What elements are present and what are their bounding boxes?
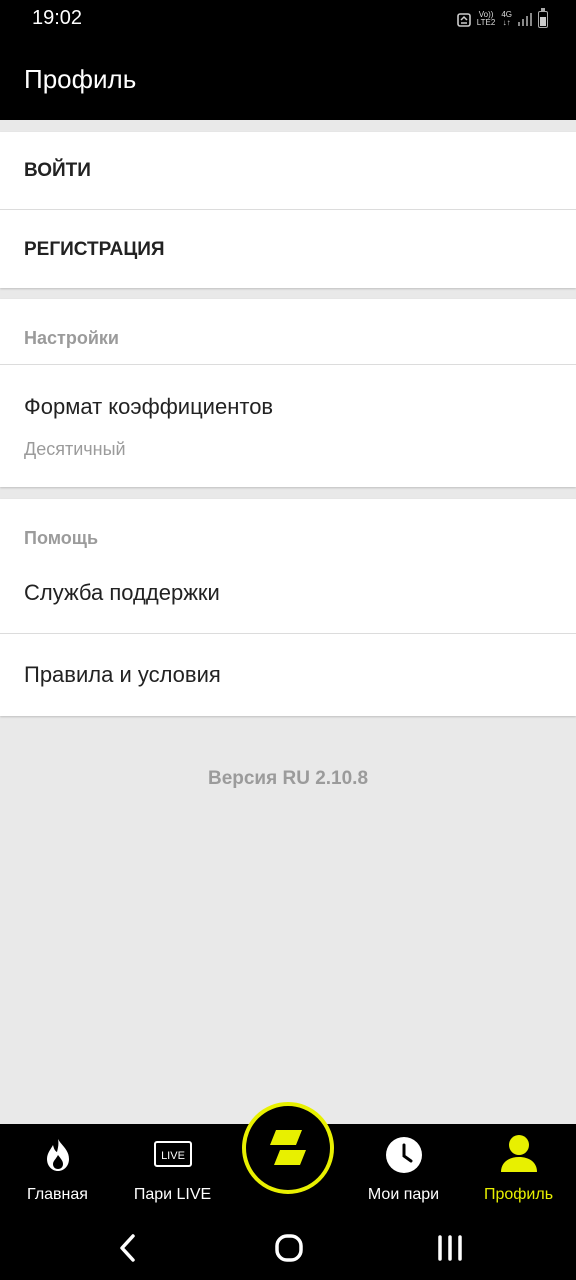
version-text: Версия RU 2.10.8 — [207, 768, 369, 789]
settings-section-title: Настройки — [24, 328, 119, 348]
nav-label-live: Пари LIVE — [133, 1186, 212, 1203]
register-label: РЕГИСТРАЦИЯ — [24, 239, 165, 260]
volte-indicator: Vo)) LTE2 — [477, 11, 496, 27]
terms-item[interactable]: Правила и условия — [0, 634, 576, 716]
support-label: Служба поддержки — [24, 580, 220, 605]
live-icon: LIVE — [153, 1141, 192, 1167]
fire-icon — [46, 1139, 69, 1171]
status-icons: Vo)) LTE2 4G ↓↑ — [456, 7, 548, 30]
app-bar: Профиль — [0, 38, 576, 120]
terms-label: Правила и условия — [24, 662, 221, 687]
odds-format-item[interactable]: Формат коэффициентов Десятичный — [0, 365, 576, 487]
nav-item-profile[interactable]: Профиль — [461, 1124, 576, 1216]
home-icon[interactable] — [267, 1226, 311, 1270]
support-item[interactable]: Служба поддержки — [0, 561, 576, 633]
system-nav-bar — [0, 1216, 576, 1280]
status-bar: 19:02 Vo)) LTE2 4G ↓↑ — [0, 0, 576, 38]
brand-logo-icon — [270, 1130, 306, 1165]
odds-format-value: Десятичный — [24, 439, 126, 459]
page-title: Профиль — [24, 64, 137, 94]
battery-icon — [538, 7, 548, 28]
signal-icon — [518, 12, 532, 26]
alarm-icon — [456, 13, 471, 27]
recents-icon[interactable] — [428, 1226, 472, 1270]
back-icon[interactable] — [106, 1226, 150, 1270]
live-badge-text: LIVE — [161, 1150, 185, 1162]
network-indicator: 4G ↓↑ — [501, 11, 512, 27]
nav-label-my-bets: Мои пари — [367, 1186, 440, 1203]
nav-label-profile: Профиль — [483, 1186, 554, 1203]
auth-card: ВОЙТИ РЕГИСТРАЦИЯ — [0, 132, 576, 288]
person-icon — [500, 1135, 537, 1172]
nav-item-my-bets[interactable]: Мои пари — [346, 1124, 461, 1216]
lte-label: LTE2 — [476, 18, 496, 27]
login-item[interactable]: ВОЙТИ — [0, 132, 576, 210]
odds-format-label: Формат коэффициентов — [24, 394, 274, 419]
center-bet-button[interactable] — [242, 1102, 334, 1194]
nav-label-home: Главная — [27, 1186, 88, 1203]
data-arrows: ↓↑ — [502, 18, 511, 27]
settings-card: Настройки Формат коэффициентов Десятичны… — [0, 299, 576, 487]
login-label: ВОЙТИ — [24, 160, 91, 181]
status-time: 19:02 — [32, 7, 83, 29]
register-item[interactable]: РЕГИСТРАЦИЯ — [0, 210, 576, 288]
clock-icon — [385, 1137, 422, 1173]
help-card: Помощь Служба поддержки Правила и услови… — [0, 499, 576, 716]
nav-item-home[interactable]: Главная — [0, 1124, 115, 1216]
nav-item-live[interactable]: LIVE Пари LIVE — [115, 1124, 230, 1216]
help-section-title: Помощь — [24, 528, 99, 548]
